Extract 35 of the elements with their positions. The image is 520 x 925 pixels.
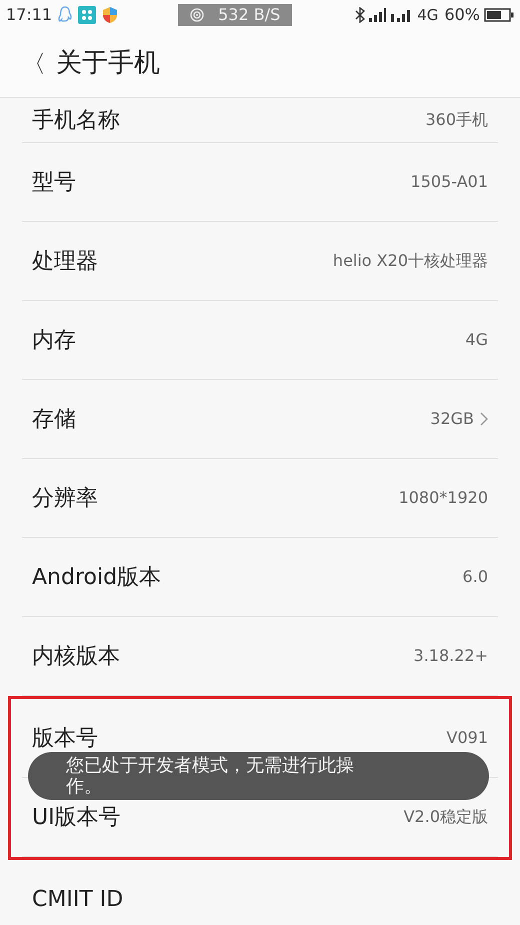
net-speed: 532 B/S bbox=[218, 4, 280, 26]
setting-value: 1080*1920 bbox=[398, 487, 488, 509]
setting-label: 版本号 bbox=[32, 724, 98, 752]
setting-value: 4G bbox=[465, 329, 488, 351]
setting-value: V091 bbox=[446, 727, 488, 749]
setting-value: 6.0 bbox=[462, 566, 488, 588]
network-type: 4G bbox=[417, 4, 438, 26]
setting-label: Android版本 bbox=[32, 564, 162, 592]
bluetooth-icon bbox=[355, 7, 366, 23]
setting-label: 存储 bbox=[32, 406, 76, 434]
setting-value: 32GB bbox=[430, 408, 474, 430]
setting-label: UI版本号 bbox=[32, 804, 121, 832]
setting-label: 内核版本 bbox=[32, 642, 120, 670]
setting-value: 3.18.22+ bbox=[414, 645, 488, 667]
setting-label: 内存 bbox=[32, 326, 76, 354]
setting-label: 手机名称 bbox=[32, 106, 120, 134]
battery-icon bbox=[484, 8, 514, 22]
setting-value: 360手机 bbox=[425, 109, 488, 131]
hotspot-icon bbox=[190, 8, 204, 22]
status-time: 17:11 bbox=[6, 4, 52, 26]
setting-label: 分辨率 bbox=[32, 484, 98, 512]
page-title: 关于手机 bbox=[56, 47, 160, 80]
setting-value: V2.0稳定版 bbox=[404, 806, 488, 828]
setting-value: 1505-A01 bbox=[410, 171, 488, 193]
setting-label: 型号 bbox=[32, 168, 76, 196]
toast-text: 您已处于开发者模式，无需进行此操作。 bbox=[66, 755, 355, 797]
signal-icon bbox=[369, 8, 388, 22]
penguin-icon bbox=[58, 6, 72, 24]
shield-icon bbox=[102, 6, 118, 24]
setting-value: helio X20十核处理器 bbox=[332, 250, 488, 272]
setting-label: 处理器 bbox=[32, 248, 98, 276]
app-icon bbox=[78, 6, 96, 24]
battery-percent: 60% bbox=[444, 4, 480, 26]
back-button[interactable]: 〈 bbox=[22, 52, 42, 76]
setting-label: CMIIT ID bbox=[32, 886, 124, 914]
